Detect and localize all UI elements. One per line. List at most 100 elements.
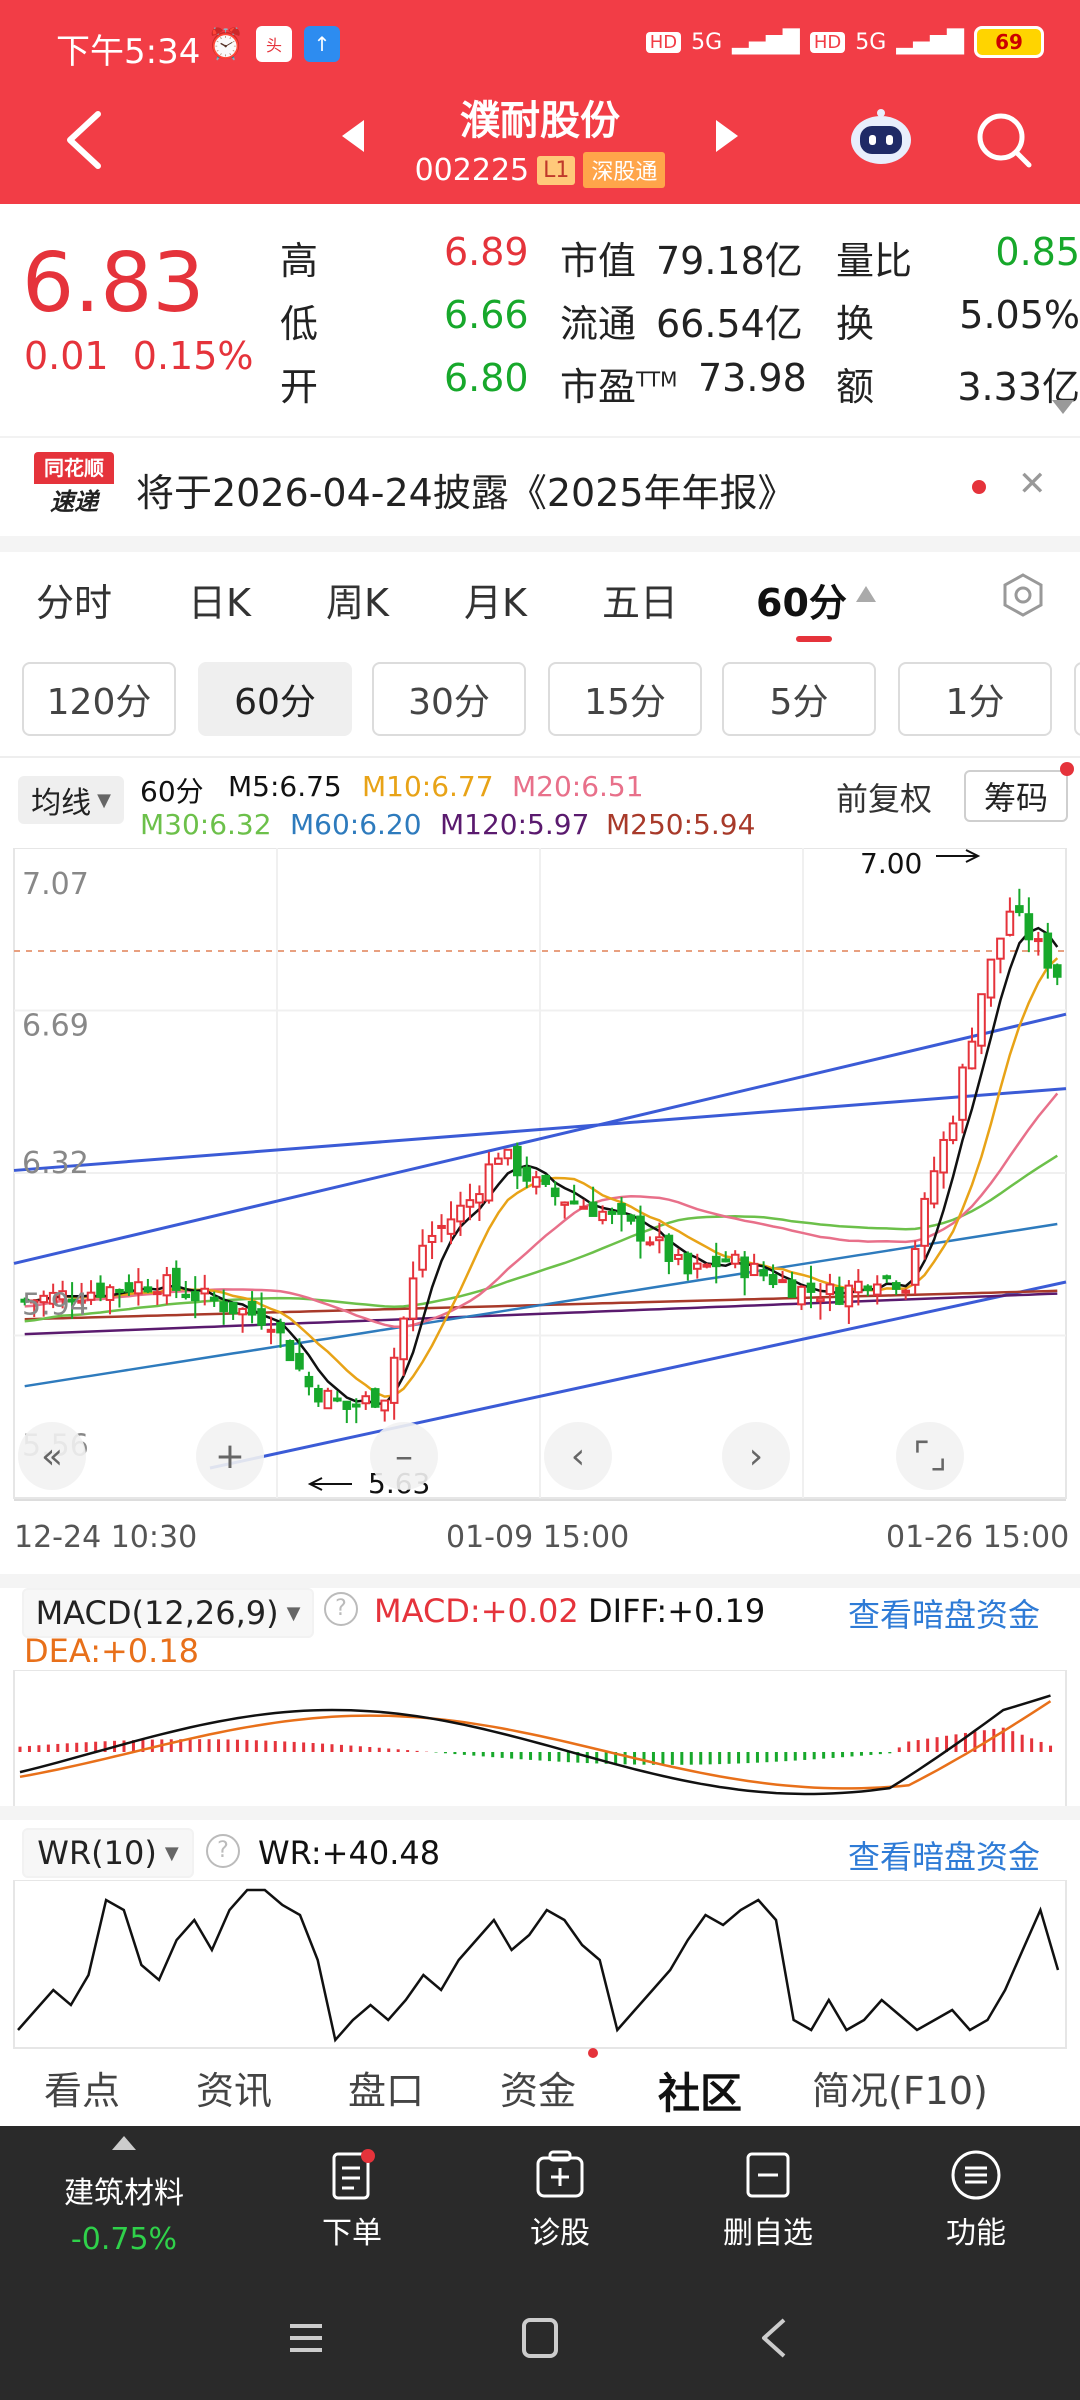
candle-body [740, 1256, 749, 1279]
chips-button[interactable]: 筹码 [964, 770, 1068, 822]
candle-body [323, 1389, 333, 1410]
sector-up-icon [112, 2136, 136, 2150]
current-price: 6.83 [22, 236, 205, 331]
legend-m5: M5:6.75 [228, 770, 342, 803]
subtab-15min[interactable]: 15分 [548, 662, 702, 736]
home-icon[interactable] [520, 2316, 560, 2360]
tab-intraday[interactable]: 分时 [36, 572, 112, 627]
wr-dark-pool-link[interactable]: 查看暗盘资金 [848, 1832, 1040, 1878]
candle-body [721, 1258, 731, 1263]
tab-funds[interactable]: 资金 [500, 2060, 576, 2115]
candle-body [655, 1236, 664, 1242]
subtab-more[interactable] [1074, 662, 1080, 736]
system-back-icon[interactable] [758, 2316, 790, 2360]
menu-circle-icon [951, 2150, 1001, 2200]
candle-body [342, 1400, 352, 1410]
candle-body [977, 993, 986, 1047]
notice-dot [972, 480, 986, 494]
remove-watchlist-button[interactable]: 删自选 [688, 2148, 848, 2252]
candle-body [96, 1282, 105, 1298]
sector-button[interactable]: 建筑材料 -0.75% [44, 2168, 204, 2257]
volratio-value: 0.85 [995, 230, 1080, 274]
candle-body [200, 1287, 210, 1295]
next-stock-icon[interactable] [716, 120, 738, 152]
candle-body [333, 1397, 342, 1402]
close-icon[interactable]: ✕ [1018, 464, 1047, 504]
ma60-line [24, 1222, 1058, 1388]
tab-profile-f10[interactable]: 简况(F10) [812, 2060, 988, 2115]
recent-apps-icon[interactable] [286, 2318, 326, 2358]
robot-assistant-icon[interactable] [848, 108, 914, 166]
candle-body [314, 1387, 323, 1403]
section-gap [0, 536, 1080, 552]
max-price-label: 7.00 [860, 848, 922, 880]
wr-select[interactable]: WR(10) ▼ [22, 1828, 194, 1878]
wr-help-icon[interactable]: ? [206, 1834, 240, 1868]
candle-body [181, 1293, 191, 1299]
candle-body [948, 1122, 958, 1142]
pan-right-icon: › [749, 1436, 763, 1477]
tab-highlights[interactable]: 看点 [44, 2060, 120, 2115]
candle-body [219, 1301, 228, 1313]
legend-period: 60分 [140, 775, 204, 808]
candle-body [456, 1204, 465, 1223]
candle-body [1034, 938, 1043, 943]
candle-body [228, 1301, 238, 1315]
candle-body [475, 1193, 484, 1204]
tab-news[interactable]: 资讯 [196, 2060, 272, 2115]
candle-body [967, 1040, 977, 1070]
avg-line-label: 均线 [31, 786, 92, 821]
adjust-mode[interactable]: 前复权 [836, 774, 932, 820]
kline-chart[interactable]: 7.076.696.325.945.567.005.63«+–‹›⌜⌟ [0, 848, 1080, 1528]
tab-weekly[interactable]: 周K [326, 572, 389, 627]
stock-name: 濮耐股份 [460, 98, 620, 144]
wr-chart[interactable] [0, 1880, 1080, 2050]
tab-daily[interactable]: 日K [188, 572, 251, 627]
sector-name: 建筑材料 [64, 2176, 184, 2211]
subtab-5min[interactable]: 5分 [722, 662, 876, 736]
candle-body [626, 1214, 636, 1222]
order-button[interactable]: 下单 [272, 2148, 432, 2252]
candle-body [854, 1280, 863, 1294]
y-tick-label: 5.94 [22, 1287, 89, 1322]
candle-body [579, 1205, 588, 1210]
diagnose-label: 诊股 [530, 2216, 590, 2251]
candle-body [361, 1395, 371, 1405]
low-label: 低 [280, 302, 319, 346]
candle-body [124, 1282, 134, 1293]
candle-body [446, 1218, 456, 1235]
macd-help-icon[interactable]: ? [324, 1592, 358, 1626]
tab-orderbook[interactable]: 盘口 [348, 2060, 424, 2115]
notice-logo-top: 同花顺 [34, 452, 114, 484]
tab-monthly[interactable]: 月K [464, 572, 527, 627]
candle-body [825, 1283, 835, 1296]
candle-body [465, 1199, 475, 1208]
avg-line-select[interactable]: 均线 ▼ [18, 776, 124, 824]
tab-community[interactable]: 社区 [658, 2060, 742, 2121]
candle-body [863, 1285, 873, 1292]
candle-body [389, 1356, 399, 1404]
search-icon[interactable] [974, 110, 1034, 170]
candle-body [503, 1148, 513, 1160]
macd-select[interactable]: MACD(12,26,9) ▼ [22, 1588, 314, 1638]
candle-body [882, 1275, 892, 1280]
subtab-1min[interactable]: 1分 [898, 662, 1052, 736]
functions-button[interactable]: 功能 [896, 2148, 1056, 2252]
change-pct: 0.15% [132, 334, 254, 378]
legend-m60: M60:6.20 [290, 808, 422, 841]
expand-icon[interactable] [1052, 400, 1074, 418]
subtab-30min[interactable]: 30分 [372, 662, 526, 736]
subtab-60min[interactable]: 60分 [198, 662, 352, 736]
macd-dark-pool-link[interactable]: 查看暗盘资金 [848, 1590, 1040, 1636]
tab-60min[interactable]: 60分 [756, 572, 847, 627]
candle-body [153, 1291, 162, 1296]
mktcap-label: 市值 [560, 239, 637, 283]
settings-hex-icon[interactable] [1000, 572, 1046, 618]
wr-value: WR:+40.48 [258, 1834, 441, 1872]
diagnose-button[interactable]: 诊股 [480, 2148, 640, 2252]
macd-chart[interactable] [0, 1670, 1080, 1810]
tab-five-day[interactable]: 五日 [602, 572, 678, 627]
subtab-120min[interactable]: 120分 [22, 662, 176, 736]
notice-text[interactable]: 将于2026-04-24披露《2025年年报》 [136, 462, 796, 517]
dea-value: DEA:+0.18 [24, 1632, 200, 1670]
